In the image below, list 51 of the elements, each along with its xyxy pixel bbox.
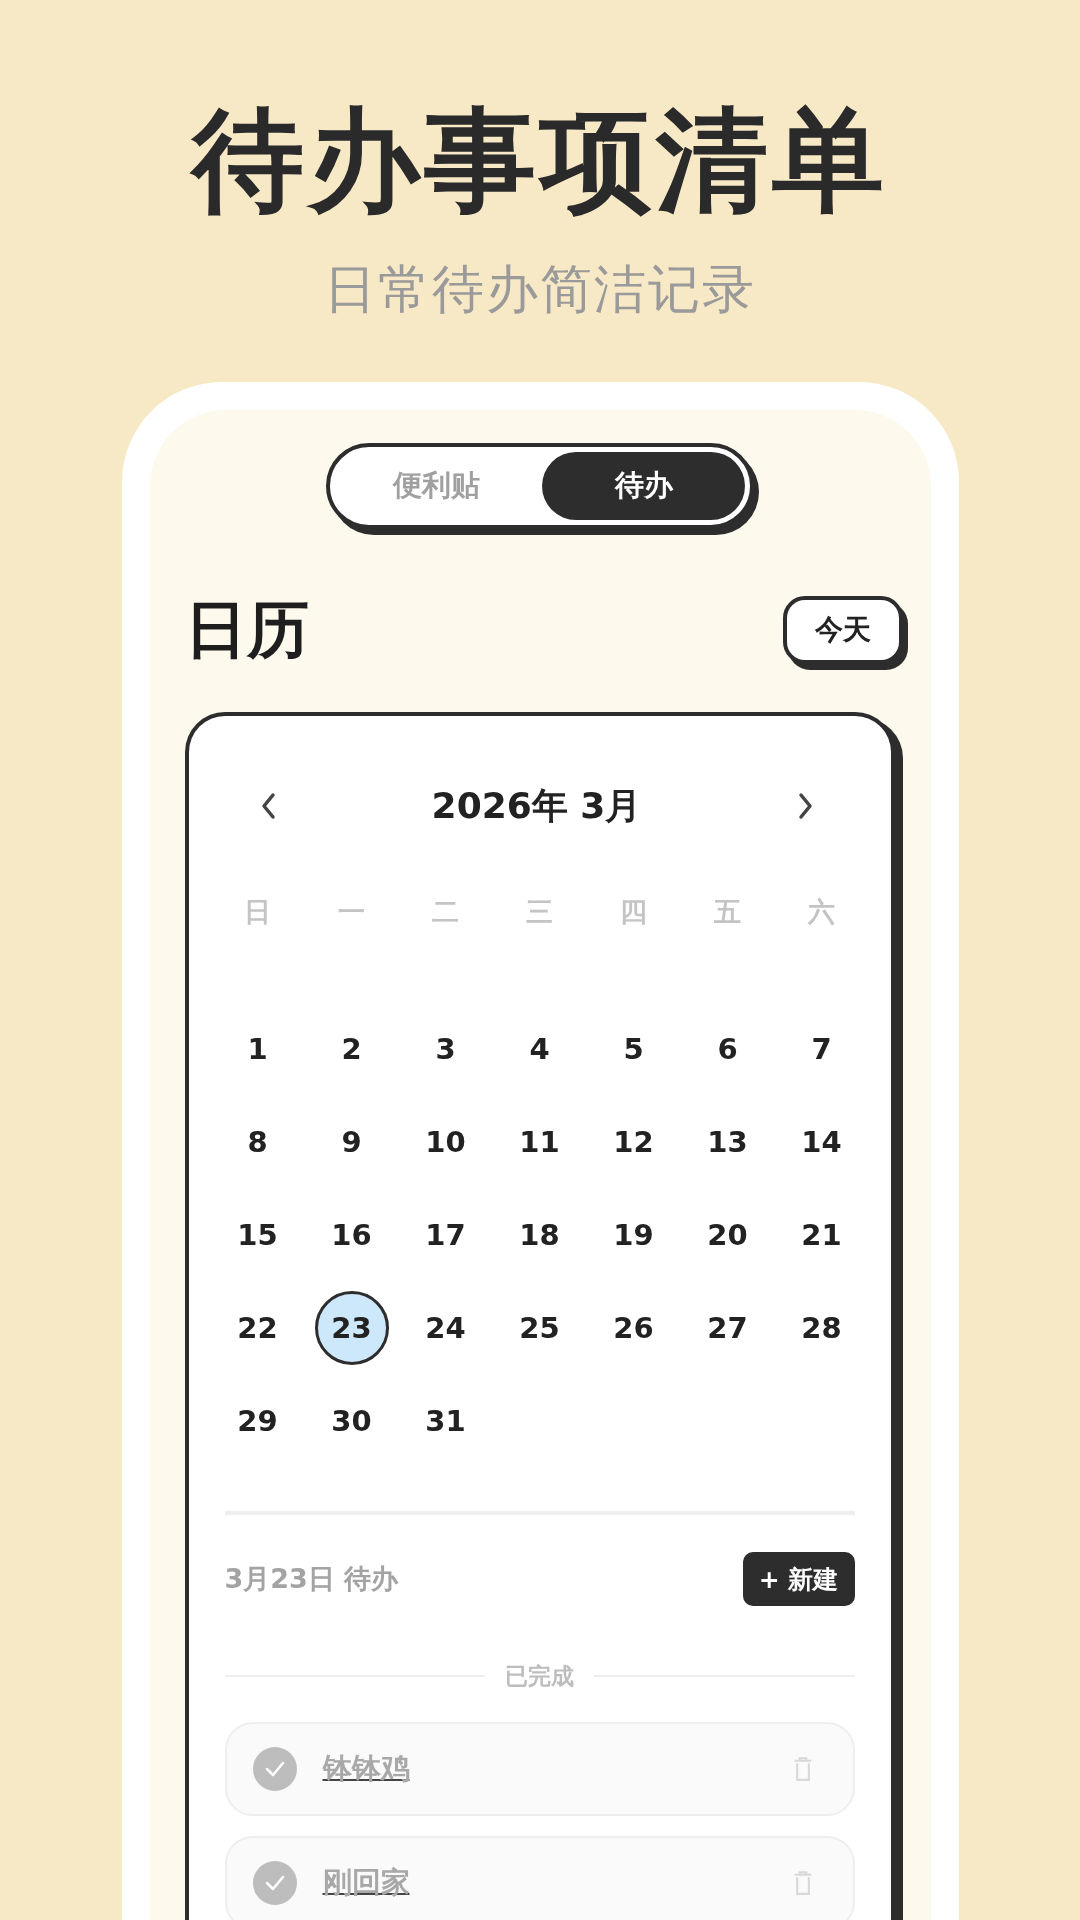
calendar-day[interactable]: 4: [502, 1011, 577, 1086]
calendar-day[interactable]: 19: [596, 1197, 671, 1272]
calendar-day[interactable]: 3: [408, 1011, 483, 1086]
calendar-day[interactable]: 1: [220, 1011, 295, 1086]
weekday-label: 四: [620, 895, 647, 929]
calendar-day[interactable]: 20: [690, 1197, 765, 1272]
todo-text: 钵钵鸡: [322, 1750, 411, 1787]
todo-text: 刚回家: [322, 1864, 411, 1901]
calendar-day[interactable]: 18: [502, 1197, 577, 1272]
calendar-day[interactable]: 29: [220, 1383, 295, 1458]
checked-circle-icon[interactable]: [252, 1861, 297, 1905]
calendar-day[interactable]: 10: [408, 1104, 483, 1179]
promo-subtitle: 日常待办简洁记录: [324, 258, 756, 321]
month-label: 2026年 3月: [431, 783, 642, 828]
segment-tab[interactable]: 待办: [542, 452, 745, 520]
weekday-label: 三: [526, 895, 553, 929]
calendar-day[interactable]: 8: [220, 1104, 295, 1179]
weekday-label: 五: [714, 895, 741, 929]
calendar-day[interactable]: 31: [408, 1383, 483, 1458]
calendar-day[interactable]: 12: [596, 1104, 671, 1179]
calendar-day[interactable]: 30: [314, 1383, 389, 1458]
weekday-label: 六: [808, 895, 835, 929]
calendar-day[interactable]: 24: [408, 1290, 483, 1365]
calendar-day[interactable]: 13: [690, 1104, 765, 1179]
weekday-label: 二: [432, 895, 459, 929]
trash-icon[interactable]: [792, 1870, 813, 1896]
trash-icon[interactable]: [792, 1756, 813, 1782]
checked-circle-icon[interactable]: [252, 1747, 297, 1791]
new-button[interactable]: + 新建: [742, 1552, 855, 1606]
calendar-day[interactable]: 2: [314, 1011, 389, 1086]
date-label: 3月23日 待办: [224, 1562, 399, 1596]
calendar-day[interactable]: 22: [220, 1290, 295, 1365]
calendar-day[interactable]: 6: [690, 1011, 765, 1086]
calendar-day[interactable]: 15: [220, 1197, 295, 1272]
calendar-day[interactable]: 16: [314, 1197, 389, 1272]
calendar-day[interactable]: 25: [502, 1290, 577, 1365]
calendar-day[interactable]: 17: [408, 1197, 483, 1272]
section-heading: 日历: [184, 592, 309, 668]
weekday-label: 日: [244, 895, 271, 929]
calendar-day[interactable]: 23: [314, 1290, 389, 1365]
weekday-label: 一: [338, 895, 365, 929]
calendar-day[interactable]: 5: [596, 1011, 671, 1086]
calendar-day[interactable]: 21: [784, 1197, 859, 1272]
calendar-day[interactable]: 7: [784, 1011, 859, 1086]
calendar-day[interactable]: 28: [784, 1290, 859, 1365]
calendar-day[interactable]: 26: [596, 1290, 671, 1365]
section-label: 已完成: [505, 1661, 574, 1691]
calendar-day[interactable]: 27: [690, 1290, 765, 1365]
calendar-day[interactable]: 11: [502, 1104, 577, 1179]
calendar-day[interactable]: 14: [784, 1104, 859, 1179]
calendar-day[interactable]: 9: [314, 1104, 389, 1179]
